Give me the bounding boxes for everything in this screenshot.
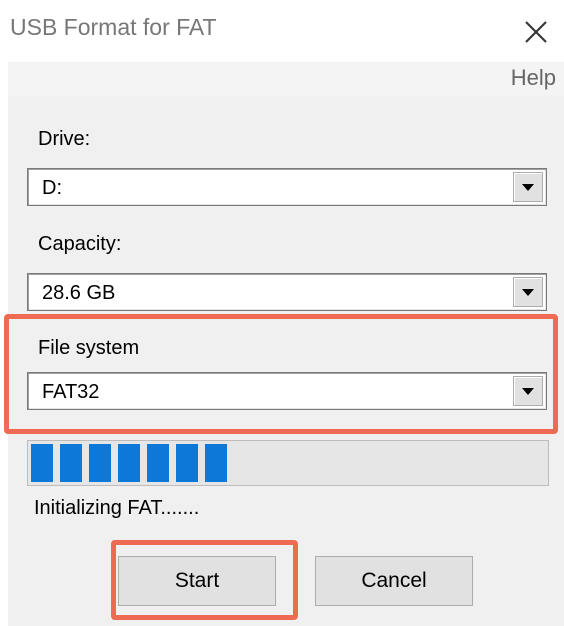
chevron-down-icon[interactable]: [513, 172, 543, 202]
start-highlight: [111, 540, 298, 620]
menu-bar: Help: [8, 62, 564, 96]
title-bar: USB Format for FAT: [0, 0, 564, 62]
capacity-select[interactable]: 28.6 GB: [27, 273, 547, 311]
drive-select[interactable]: D:: [27, 168, 547, 206]
progress-fill: [31, 444, 231, 482]
capacity-value: 28.6 GB: [42, 282, 116, 304]
drive-value: D:: [42, 177, 62, 199]
window-title: USB Format for FAT: [10, 14, 217, 40]
progress-bar: [27, 440, 549, 486]
cancel-button[interactable]: Cancel: [315, 556, 473, 606]
drive-label: Drive:: [38, 128, 91, 150]
close-icon: [525, 21, 547, 43]
help-menu[interactable]: Help: [511, 65, 556, 91]
status-text: Initializing FAT.......: [34, 497, 200, 519]
close-button[interactable]: [516, 12, 556, 52]
chevron-down-icon[interactable]: [513, 277, 543, 307]
file-system-highlight: [4, 314, 558, 434]
capacity-label: Capacity:: [38, 233, 122, 255]
